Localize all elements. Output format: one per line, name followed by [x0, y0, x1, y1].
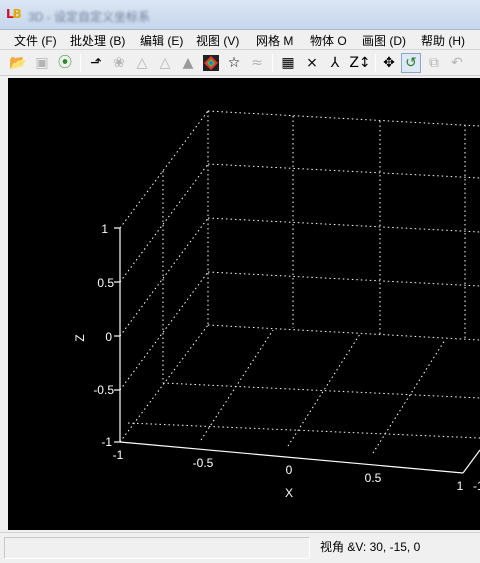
x-tick-label: 0: [286, 463, 293, 477]
x-tick-label: -1: [113, 448, 124, 462]
3d-plot-canvas[interactable]: 1 0.5 0 -0.5 -1 Z -1 -0.5 0 0.5 1 -1 X: [8, 78, 480, 530]
toolbar-separator: [375, 54, 376, 72]
color-spectrum-icon[interactable]: [201, 53, 221, 73]
rotate-icon[interactable]: ↺: [401, 53, 421, 73]
y-tick-label: -1: [473, 479, 480, 493]
z-tick-label: 0.5: [97, 276, 114, 290]
toolbar-separator: [80, 54, 81, 72]
menu-object[interactable]: 物体 O: [310, 32, 347, 49]
menu-help[interactable]: 帮助 (H): [421, 32, 465, 49]
menu-edit[interactable]: 编辑 (E): [140, 32, 183, 49]
cone-wire-icon[interactable]: △: [132, 53, 152, 73]
axis-z-icon[interactable]: Z↕: [348, 53, 372, 73]
toolbar: 📂 ▣ ⦿ ⬏ ❀ △ △ ▲ ☆ ≈ ▦ ⨯ ⅄ Z↕ ✥ ↺ ⧉ ↶: [0, 50, 480, 76]
menu-view[interactable]: 视图 (V): [196, 32, 239, 49]
zoom-box-icon[interactable]: ⧉: [424, 53, 444, 73]
wireless-icon[interactable]: ⦿: [55, 53, 75, 73]
status-bar: 视角 &V: 30, -15, 0: [0, 532, 480, 563]
cone-solid-icon[interactable]: ▲: [178, 53, 198, 73]
axis-x-icon[interactable]: ⨯: [302, 53, 322, 73]
cone-outline-icon[interactable]: △: [155, 53, 175, 73]
3d-axes-figure: 1 0.5 0 -0.5 -1 Z -1 -0.5 0 0.5 1 -1 X: [73, 110, 480, 500]
menu-file[interactable]: 文件 (F): [14, 32, 57, 49]
app-icon: LB: [6, 7, 22, 21]
view-angle-status: 视角 &V: 30, -15, 0: [320, 540, 421, 554]
light-icon[interactable]: ❀: [109, 53, 129, 73]
axes-icon[interactable]: ⬏: [86, 53, 106, 73]
menu-draw[interactable]: 画图 (D): [362, 32, 406, 49]
z-tick-label: -1: [101, 435, 112, 449]
x-tick-label: 0.5: [365, 471, 382, 485]
star-icon[interactable]: ☆: [224, 53, 244, 73]
z-tick-label: 0: [105, 330, 112, 344]
menu-batch[interactable]: 批处理 (B): [70, 32, 125, 49]
save-icon[interactable]: ▣: [32, 53, 52, 73]
grid-box-icon[interactable]: ▦: [278, 53, 298, 73]
title-bar: LB 3D - 设定自定义坐标系: [0, 0, 480, 30]
z-label: Z: [349, 55, 359, 71]
status-pane: [4, 537, 310, 559]
x-tick-label: 1: [457, 479, 464, 493]
menu-mesh[interactable]: 网格 M: [256, 32, 293, 49]
x-tick-label: -0.5: [193, 456, 214, 470]
grid-lines: [119, 110, 480, 454]
pan-icon[interactable]: ✥: [379, 53, 399, 73]
axis-lines: [114, 227, 480, 474]
z-tick-label: -0.5: [93, 383, 114, 397]
undo-icon[interactable]: ↶: [447, 53, 467, 73]
spring-icon[interactable]: ≈: [247, 53, 267, 73]
window-title: 3D - 设定自定义坐标系: [28, 10, 151, 24]
x-axis-label: X: [285, 486, 293, 500]
menu-bar: 文件 (F) 批处理 (B) 编辑 (E) 视图 (V) 网格 M 物体 O 画…: [0, 30, 480, 50]
z-tick-label: 1: [101, 222, 108, 236]
axis-y-icon[interactable]: ⅄: [325, 53, 345, 73]
toolbar-separator: [272, 54, 273, 72]
open-icon[interactable]: 📂: [8, 53, 28, 73]
z-axis-label: Z: [73, 334, 87, 341]
